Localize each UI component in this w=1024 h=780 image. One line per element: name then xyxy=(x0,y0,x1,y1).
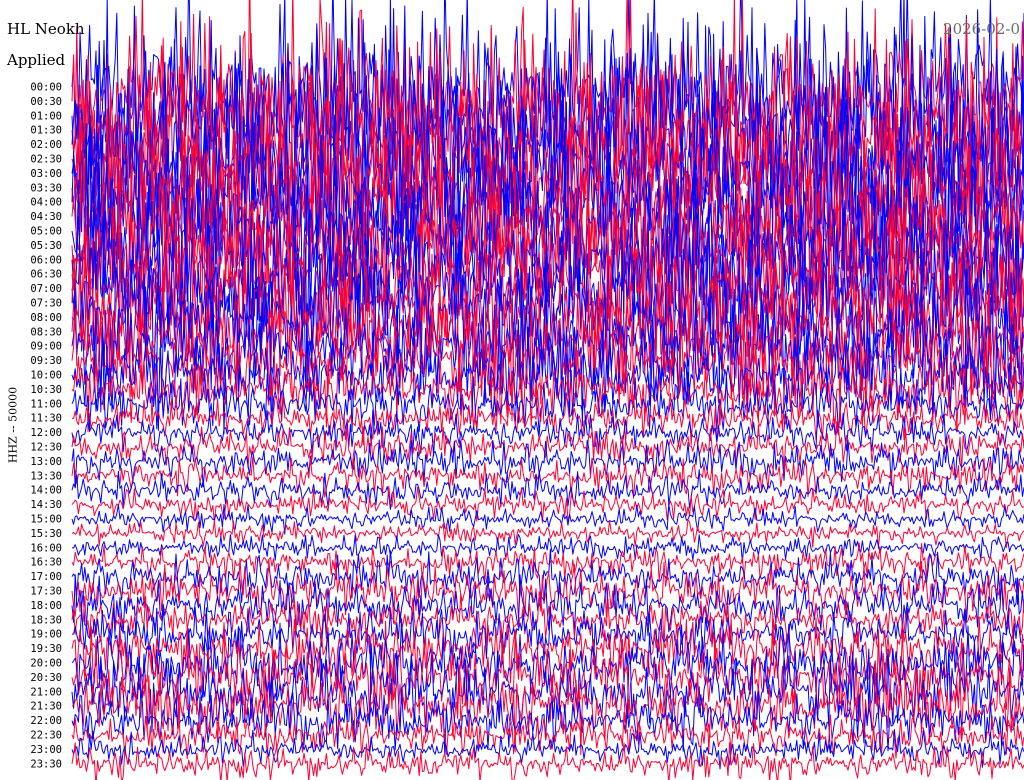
time-tick-label: 13:00 xyxy=(30,456,62,468)
time-tick-label: 20:00 xyxy=(30,658,62,670)
time-tick-label: 16:30 xyxy=(30,557,62,569)
time-tick-label: 23:00 xyxy=(30,744,62,756)
time-tick-label: 10:00 xyxy=(30,370,62,382)
time-tick-label: 04:30 xyxy=(30,211,62,223)
seismogram-trace xyxy=(71,439,1024,489)
time-tick-label: 22:00 xyxy=(30,715,62,727)
time-tick-label: 01:00 xyxy=(30,110,62,122)
channel-label: HHZ -- 50000 xyxy=(6,386,20,464)
time-tick-label: 17:30 xyxy=(30,586,62,598)
time-tick-label: 18:30 xyxy=(30,614,62,626)
time-tick-label: 07:30 xyxy=(30,298,62,310)
time-tick-label: 11:00 xyxy=(30,398,62,410)
time-tick-label: 00:00 xyxy=(30,82,62,94)
time-tick-label: 13:30 xyxy=(30,470,62,482)
time-tick-label: 20:30 xyxy=(30,672,62,684)
helicorder-view: 00:00 00:30 01:00 01:30 02:00 02:30 03:00 03:30… xyxy=(0,0,1024,780)
time-tick-label: 01:30 xyxy=(30,125,62,137)
time-tick-label: 15:00 xyxy=(30,514,62,526)
time-tick-label: 09:00 xyxy=(30,341,62,353)
time-tick-label: 04:00 xyxy=(30,197,62,209)
time-tick-label: 19:30 xyxy=(30,643,62,655)
time-tick-label: 15:30 xyxy=(30,528,62,540)
seismogram-trace xyxy=(71,453,1024,499)
time-tick-label: 10:30 xyxy=(30,384,62,396)
time-tick-labels: 00:00 00:30 01:00 01:30 02:00 02:30 03:00 03:30… xyxy=(30,82,62,771)
time-tick-label: 03:00 xyxy=(30,168,62,180)
time-tick-label: 07:00 xyxy=(30,283,62,295)
time-tick-label: 17:00 xyxy=(30,571,62,583)
time-tick-label: 03:30 xyxy=(30,182,62,194)
time-tick-label: 02:30 xyxy=(30,154,62,166)
date-label: 2026-02-0 xyxy=(943,20,1020,38)
time-tick-label: 02:00 xyxy=(30,139,62,151)
time-tick-label: 21:30 xyxy=(30,701,62,713)
time-tick-label: 18:00 xyxy=(30,600,62,612)
time-tick-label: 12:30 xyxy=(30,442,62,454)
time-tick-label: 21:00 xyxy=(30,686,62,698)
time-tick-label: 11:30 xyxy=(30,413,62,425)
time-tick-label: 14:30 xyxy=(30,499,62,511)
time-tick-label: 05:00 xyxy=(30,226,62,238)
time-tick-label: 06:30 xyxy=(30,269,62,281)
time-tick-label: 12:00 xyxy=(30,427,62,439)
filter-label: Applied xyxy=(7,51,66,69)
time-tick-label: 23:30 xyxy=(30,758,62,770)
time-tick-label: 22:30 xyxy=(30,730,62,742)
time-tick-label: 06:00 xyxy=(30,254,62,266)
traces-layer xyxy=(71,0,1024,780)
station-title: HL Neokh xyxy=(7,20,85,38)
time-tick-label: 08:30 xyxy=(30,326,62,338)
time-tick-label: 09:30 xyxy=(30,355,62,367)
time-tick-label: 00:30 xyxy=(30,96,62,108)
time-tick-label: 08:00 xyxy=(30,312,62,324)
time-tick-label: 14:00 xyxy=(30,485,62,497)
time-tick-label: 05:30 xyxy=(30,240,62,252)
time-tick-label: 19:00 xyxy=(30,629,62,641)
helicorder-plot: 00:00 00:30 01:00 01:30 02:00 02:30 03:00 03:30… xyxy=(30,0,1024,780)
time-tick-label: 16:00 xyxy=(30,542,62,554)
